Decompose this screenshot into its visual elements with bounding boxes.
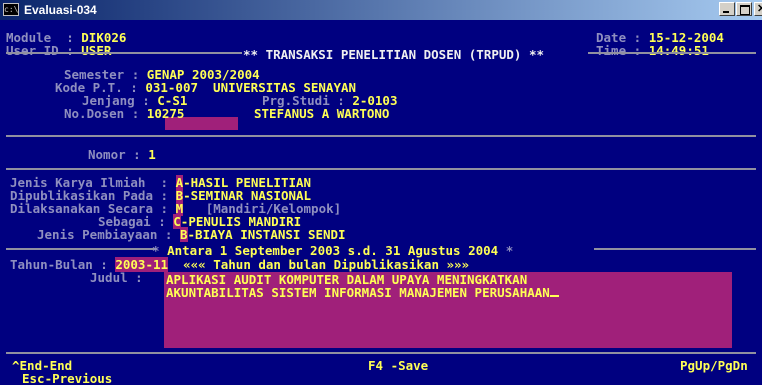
esc-key-hint: Esc-Previous — [22, 371, 113, 385]
judul-label: Judul : — [90, 270, 151, 285]
page-key-hint: PgUp/PgDn — [680, 358, 748, 373]
judul-label-row: Judul : — [90, 271, 150, 284]
time-row: Time : 14:49:51 — [596, 44, 709, 57]
divider-1 — [6, 135, 756, 137]
time-label: Time : — [596, 43, 649, 58]
maximize-button[interactable] — [736, 2, 752, 16]
user-value: USER — [81, 43, 112, 58]
user-row: User ID : USER — [6, 44, 111, 57]
save-key-hint: F4 -Save — [368, 358, 429, 373]
judul-line-2: AKUNTABILITAS SISTEM INFORMASI MANAJEMEN… — [166, 285, 550, 300]
tahun-bulan-row[interactable]: Tahun-Bulan : 2003-11 ««« Tahun dan bula… — [10, 257, 470, 272]
no-dosen-value[interactable]: 10275 — [147, 106, 185, 121]
header-divider-left — [6, 52, 242, 54]
window-title: Evaluasi-034 — [24, 3, 97, 17]
no-dosen-row[interactable]: No.Dosen : 10275 — [64, 107, 184, 120]
close-button[interactable]: ✕ — [754, 2, 762, 16]
maximize-icon — [740, 5, 750, 15]
nomor-label: Nomor : — [88, 147, 149, 162]
divider-2 — [6, 168, 756, 170]
screen-title: ** TRANSAKSI PENELITIAN DOSEN (TRPUD) ** — [243, 47, 545, 62]
range-divider-left — [6, 248, 156, 250]
text-cursor — [549, 295, 559, 297]
time-value: 14:49:51 — [648, 43, 709, 58]
divider-3 — [6, 352, 756, 354]
pembiayaan-desc: -BIAYA INSTANSI SENDI — [187, 227, 346, 242]
range-divider-right — [594, 248, 756, 250]
minimize-icon — [723, 11, 729, 13]
user-label: User ID : — [6, 43, 82, 58]
range-text: Antara 1 September 2003 s.d. 31 Agustus … — [167, 243, 499, 258]
tahun-bulan-hint: ««« Tahun dan bulan Dipublikasikan »»» — [183, 257, 470, 272]
nomor-row[interactable]: Nomor : 1 — [88, 148, 156, 161]
nomor-value[interactable]: 1 — [148, 147, 156, 162]
pembiayaan-row[interactable]: Jenis Pembiayaan : B-BIAYA INSTANSI SEND… — [37, 227, 346, 242]
pembiayaan-label: Jenis Pembiayaan : — [37, 227, 180, 242]
close-icon: ✕ — [757, 3, 762, 15]
range-row: * Antara 1 September 2003 s.d. 31 Agustu… — [152, 243, 514, 258]
minimize-button[interactable] — [719, 2, 735, 16]
title-bar[interactable]: c:\ Evaluasi-034 ✕ — [0, 0, 762, 20]
header-divider-right — [588, 52, 756, 54]
dosen-name: STEFANUS A WARTONO — [254, 106, 390, 121]
pembiayaan-code[interactable]: B — [180, 227, 188, 242]
console-icon[interactable]: c:\ — [3, 3, 19, 16]
console-window: c:\ Evaluasi-034 ✕ Module : DIK026 User … — [0, 0, 762, 385]
judul-line-2-row: AKUNTABILITAS SISTEM INFORMASI MANAJEMEN… — [166, 286, 559, 299]
console-screen: Module : DIK026 User ID : USER Date : 15… — [0, 20, 762, 385]
no-dosen-label: No.Dosen : — [64, 106, 147, 121]
